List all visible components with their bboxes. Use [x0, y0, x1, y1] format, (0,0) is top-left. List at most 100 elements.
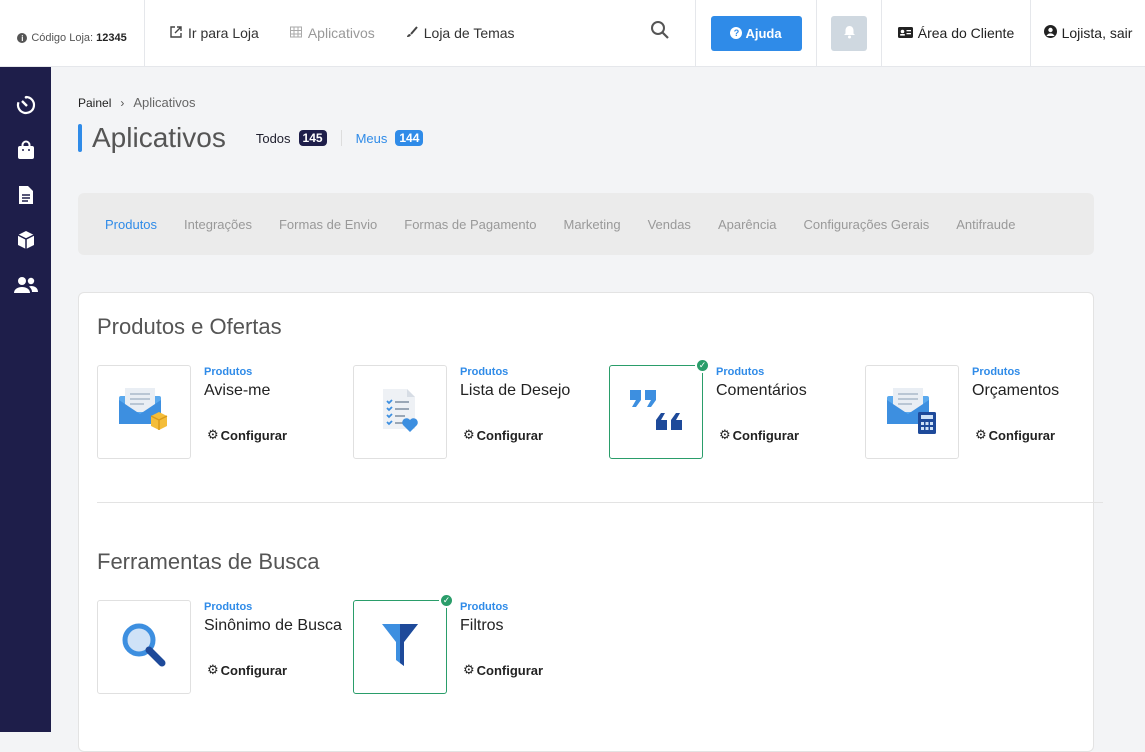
title-accent-bar	[78, 124, 82, 152]
gear-icon: ⚙	[975, 427, 987, 442]
app-name: Lista de Desejo	[460, 382, 571, 399]
app-category: Produtos	[972, 366, 1021, 378]
tab-marketing[interactable]: Marketing	[563, 217, 620, 232]
document-icon	[18, 185, 34, 210]
magnifier-icon	[121, 622, 167, 673]
app-category: Produtos	[204, 601, 253, 613]
quotes-icon	[628, 388, 684, 437]
tab-aparencia[interactable]: Aparência	[718, 217, 777, 232]
filter-all-count: 145	[298, 130, 327, 146]
shopping-bag-icon	[17, 140, 35, 165]
user-circle-icon	[1043, 25, 1057, 41]
search-button[interactable]	[624, 0, 696, 67]
top-bar: i Código Loja: 12345 Ir para Loja Aplica…	[0, 0, 1145, 67]
box-icon	[16, 230, 36, 255]
help-button[interactable]: ? Ajuda	[710, 15, 802, 51]
app-avise-me: Produtos Avise-me ⚙ Configurar	[97, 365, 353, 461]
logout-link[interactable]: Lojista, sair	[1031, 0, 1145, 67]
themes-label: Loja de Temas	[423, 25, 515, 41]
app-thumbnail[interactable]	[97, 365, 191, 459]
filter-mine-label: Meus	[355, 130, 388, 146]
installed-check-icon: ✓	[695, 358, 710, 373]
main-content: Painel › Aplicativos Aplicativos Todos 1…	[51, 67, 1145, 752]
breadcrumb-current: Aplicativos	[133, 95, 196, 110]
gear-icon: ⚙	[207, 427, 219, 442]
configure-label: Configurar	[476, 427, 544, 443]
tab-antifraude[interactable]: Antifraude	[956, 217, 1015, 232]
filter-all[interactable]: Todos 145	[256, 130, 327, 146]
store-code-value: 12345	[96, 32, 127, 44]
app-thumbnail[interactable]: ✓	[353, 593, 454, 694]
tab-produtos[interactable]: Produtos	[105, 217, 157, 232]
app-filtros: ✓ Produtos Filtros ⚙ Configurar	[353, 593, 609, 696]
section-divider	[97, 502, 1103, 503]
app-name: Filtros	[460, 617, 504, 634]
notifications-button[interactable]	[831, 15, 867, 51]
breadcrumb-home[interactable]: Painel	[78, 96, 111, 110]
apps-label: Aplicativos	[307, 25, 375, 41]
app-thumbnail[interactable]	[865, 365, 959, 459]
filter-mine-count: 144	[395, 130, 424, 146]
funnel-icon	[380, 622, 420, 673]
app-lista-de-desejo: Produtos Lista de Desejo ⚙ Configurar	[353, 365, 609, 461]
tab-configuracoes-gerais[interactable]: Configurações Gerais	[803, 217, 929, 232]
sidebar-item-customers[interactable]	[0, 265, 51, 310]
sidebar	[0, 67, 51, 732]
app-name: Avise-me	[204, 382, 271, 399]
app-thumbnail[interactable]: ✓	[609, 358, 710, 459]
bell-icon	[843, 25, 856, 42]
grid-icon	[289, 26, 303, 41]
checklist-heart-icon	[380, 387, 420, 438]
page-title: Aplicativos	[92, 122, 226, 153]
sidebar-item-pages[interactable]	[0, 175, 51, 220]
dashboard-icon	[16, 95, 36, 120]
question-icon: ?	[730, 27, 743, 39]
top-nav: Ir para Loja Aplicativos Loja de Temas	[145, 0, 624, 67]
store-code-label: Código Loja:	[31, 32, 94, 44]
configure-button[interactable]: ⚙ Configurar	[719, 427, 799, 443]
gear-icon: ⚙	[207, 662, 219, 677]
user-label: Lojista, sair	[1061, 25, 1133, 41]
configure-button[interactable]: ⚙ Configurar	[975, 427, 1055, 443]
gear-icon: ⚙	[463, 427, 475, 442]
configure-button[interactable]: ⚙ Configurar	[207, 662, 287, 678]
tab-formas-de-envio[interactable]: Formas de Envio	[279, 217, 377, 232]
app-thumbnail[interactable]	[353, 365, 447, 459]
app-name: Sinônimo de Busca	[204, 617, 342, 634]
installed-check-icon: ✓	[439, 593, 454, 608]
external-link-icon	[169, 25, 183, 41]
app-category: Produtos	[460, 601, 509, 613]
tab-formas-de-pagamento[interactable]: Formas de Pagamento	[404, 217, 536, 232]
info-icon: i	[17, 33, 28, 43]
id-card-icon	[897, 26, 913, 41]
envelope-box-icon	[117, 386, 171, 439]
app-name: Comentários	[716, 382, 807, 399]
users-icon	[13, 276, 38, 299]
tab-integracoes[interactable]: Integrações	[184, 217, 252, 232]
go-to-store-label: Ir para Loja	[188, 25, 259, 41]
app-thumbnail[interactable]	[97, 600, 191, 694]
store-code: i Código Loja: 12345	[0, 0, 145, 67]
section-title: Ferramentas de Busca	[97, 549, 320, 574]
section-title: Produtos e Ofertas	[97, 314, 282, 339]
chevron-right-icon: ›	[120, 95, 125, 110]
sidebar-item-orders[interactable]	[0, 130, 51, 175]
app-name: Orçamentos	[972, 382, 1060, 399]
configure-button[interactable]: ⚙ Configurar	[463, 662, 543, 678]
apps-link[interactable]: Aplicativos	[289, 25, 375, 41]
sidebar-item-products[interactable]	[0, 220, 51, 265]
filter-all-label: Todos	[255, 130, 291, 146]
app-comentarios: ✓ Produtos Comentários ⚙ Configurar	[609, 358, 865, 461]
help-label: Ajuda	[745, 25, 782, 41]
configure-label: Configurar	[220, 427, 288, 443]
filter-mine[interactable]: Meus 144	[340, 130, 424, 146]
client-area-label: Área do Cliente	[917, 25, 1015, 41]
client-area-link[interactable]: Área do Cliente	[882, 0, 1031, 67]
sidebar-item-dashboard[interactable]	[0, 85, 51, 130]
tab-vendas[interactable]: Vendas	[648, 217, 691, 232]
configure-button[interactable]: ⚙ Configurar	[463, 427, 543, 443]
themes-link[interactable]: Loja de Temas	[405, 25, 515, 41]
configure-button[interactable]: ⚙ Configurar	[207, 427, 287, 443]
category-tabs: Produtos Integrações Formas de Envio For…	[78, 193, 1094, 255]
go-to-store-link[interactable]: Ir para Loja	[169, 25, 259, 41]
